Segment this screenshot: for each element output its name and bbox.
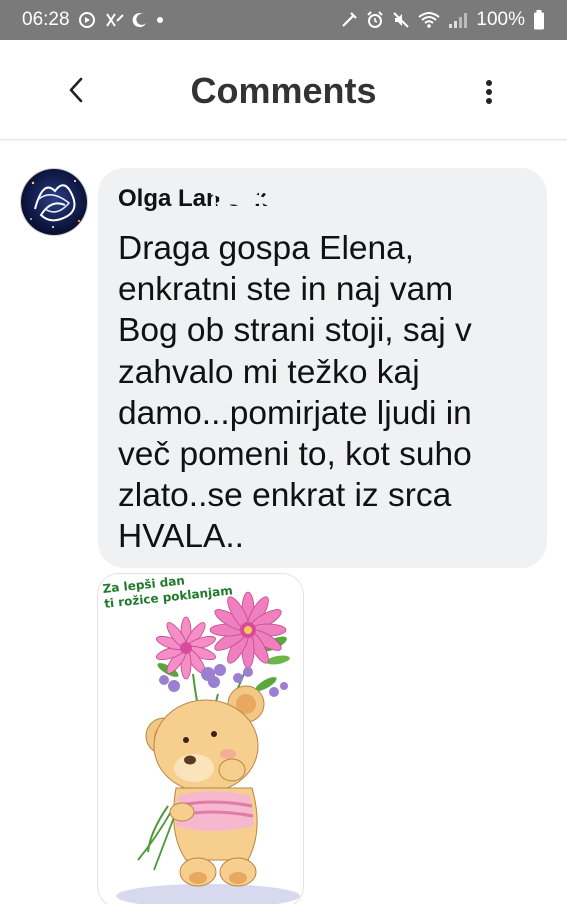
header-bar: Comments: [0, 40, 567, 140]
comment-bubble[interactable]: Olga Lanisek Draga gospa Elena, enkratni…: [98, 168, 547, 568]
sticker-image[interactable]: Za lepši dan ti rožice poklanjam: [97, 573, 304, 904]
alarm-icon: [366, 11, 384, 29]
battery-icon: [533, 10, 545, 30]
more-options-button[interactable]: [474, 72, 504, 112]
cross-icon: [104, 11, 124, 29]
battery-level: 100%: [476, 9, 525, 30]
comment-author[interactable]: Olga Lanisek: [118, 182, 302, 216]
more-vertical-icon: [486, 80, 492, 104]
status-left: 06:28: [22, 9, 164, 31]
nfc-icon: [340, 11, 358, 29]
redaction-scribble: [212, 185, 302, 214]
dnd-icon: [78, 11, 96, 29]
comment-text: Draga gospa Elena, enkratni ste in naj v…: [118, 230, 472, 556]
status-right: 100%: [340, 9, 545, 31]
status-bar: 06:28 100%: [0, 0, 567, 40]
signal-icon: [448, 11, 468, 29]
mute-icon: [392, 11, 410, 29]
status-time: 06:28: [22, 9, 70, 30]
moon-icon: [132, 12, 148, 28]
avatar[interactable]: [20, 168, 88, 236]
teddy-bear-flowers-illustration: [116, 591, 300, 904]
wifi-icon: [418, 11, 441, 29]
dot-icon: [156, 16, 164, 24]
